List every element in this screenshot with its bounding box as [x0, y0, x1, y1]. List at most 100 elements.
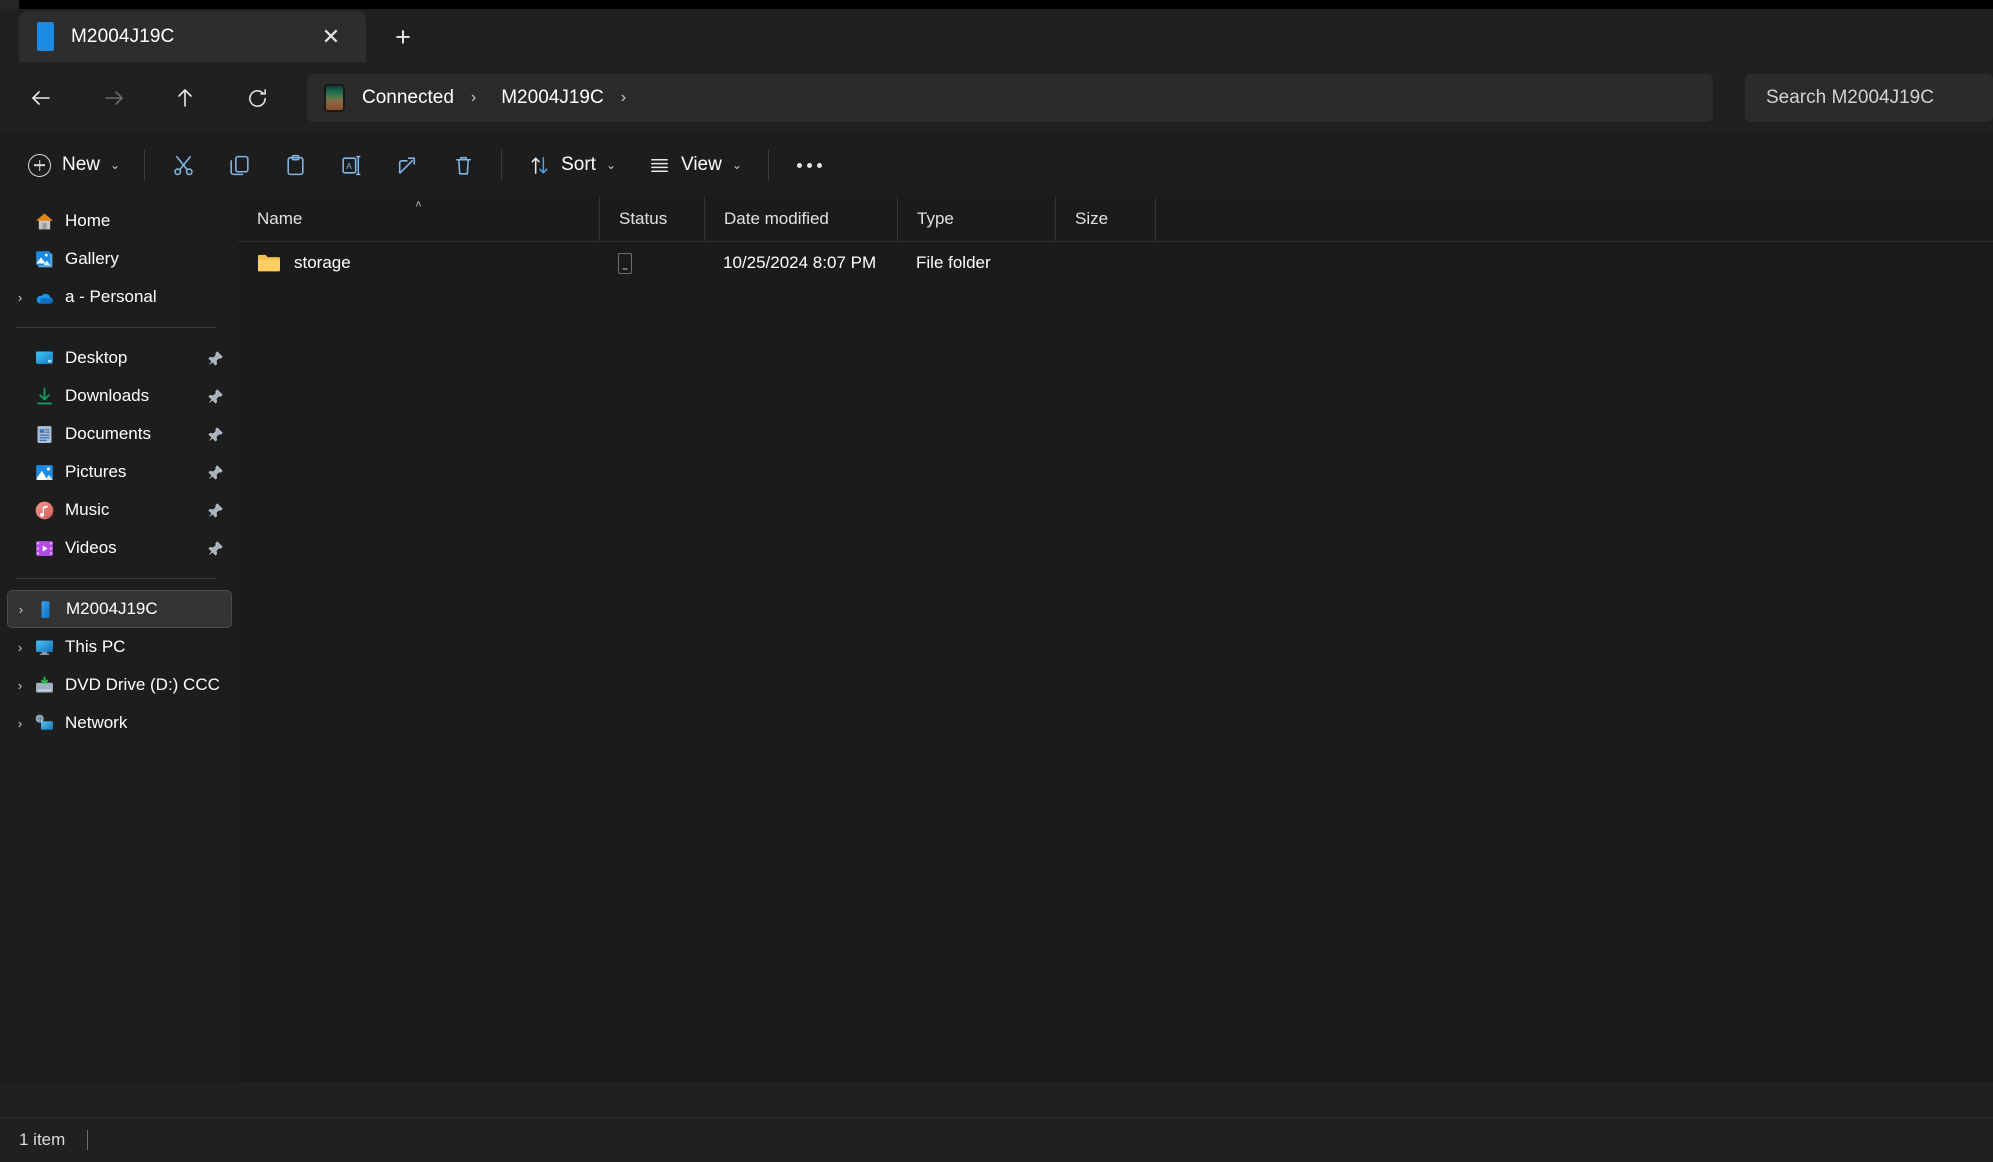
- sidebar-divider: [16, 578, 216, 579]
- expander-placeholder: ›: [7, 503, 33, 518]
- sidebar-item-label: Network: [65, 713, 128, 732]
- sidebar-item-home[interactable]: › Home: [7, 202, 232, 240]
- tab-bar: M2004J19C ✕ +: [0, 9, 1993, 62]
- sidebar-item-m2004j19c[interactable]: › M2004J19C: [7, 590, 232, 628]
- navigation-bar: Connected › M2004J19C › Search M2004J19C: [0, 62, 1993, 134]
- chevron-right-icon[interactable]: ›: [7, 290, 33, 305]
- new-tab-button[interactable]: +: [384, 18, 422, 56]
- chevron-right-icon[interactable]: ›: [8, 602, 34, 617]
- refresh-icon[interactable]: [235, 76, 279, 120]
- pin-icon[interactable]: [206, 425, 224, 443]
- close-icon[interactable]: ✕: [314, 20, 348, 54]
- share-button[interactable]: [382, 143, 432, 187]
- pin-icon[interactable]: [206, 539, 224, 557]
- toolbar-divider: [501, 150, 503, 180]
- sidebar-item-documents[interactable]: › Documents: [7, 415, 232, 453]
- breadcrumb-m2004j19c[interactable]: M2004J19C: [492, 83, 612, 113]
- sidebar-divider: [16, 327, 216, 328]
- column-header-label: Name: [257, 208, 303, 228]
- pin-icon[interactable]: [206, 349, 224, 367]
- sidebar-item-pictures[interactable]: › Pictures: [7, 453, 232, 491]
- sidebar-item-videos[interactable]: › Videos: [7, 529, 232, 567]
- new-button[interactable]: New ⌄: [14, 143, 134, 187]
- sidebar-item-label: Downloads: [65, 386, 150, 405]
- file-name-cell[interactable]: storage: [238, 242, 599, 284]
- sidebar-item-label: Pictures: [65, 462, 127, 481]
- address-bar[interactable]: Connected › M2004J19C ›: [307, 74, 1713, 122]
- expander-placeholder: ›: [7, 427, 33, 442]
- status-bar: 1 item: [0, 1117, 1993, 1162]
- pin-icon[interactable]: [206, 463, 224, 481]
- chevron-down-icon: ⌄: [605, 158, 616, 172]
- pin-icon[interactable]: [206, 387, 224, 405]
- column-header-date-modified[interactable]: Date modified: [704, 195, 897, 242]
- copy-button[interactable]: [214, 143, 264, 187]
- gallery-icon: [33, 248, 55, 270]
- sort-button-label: Sort: [561, 154, 596, 175]
- downloads-icon: [33, 385, 55, 407]
- forward-icon: [92, 76, 136, 120]
- pin-icon[interactable]: [206, 501, 224, 519]
- see-more-button[interactable]: [783, 143, 837, 187]
- videos-icon: [33, 537, 55, 559]
- tab-m2004j19c[interactable]: M2004J19C ✕: [19, 11, 366, 62]
- search-input[interactable]: Search M2004J19C: [1766, 87, 1934, 109]
- documents-icon: [33, 423, 55, 445]
- column-header-status[interactable]: Status: [599, 195, 704, 242]
- navigation-pane: › Home › Gallery › a - Personal ›: [0, 196, 238, 1082]
- svg-text:A: A: [346, 161, 352, 171]
- view-button-label: View: [681, 154, 722, 175]
- phone-icon: [324, 84, 345, 112]
- search-box[interactable]: Search M2004J19C: [1745, 74, 1993, 122]
- up-icon[interactable]: [163, 76, 207, 120]
- column-header-name[interactable]: ˄ Name: [238, 196, 599, 242]
- file-explorer-window: M2004J19C ✕ + Connected › M2004J19C › Se…: [0, 0, 1993, 1162]
- phone-icon: [34, 598, 56, 620]
- chevron-right-icon: ›: [470, 89, 477, 106]
- cut-button[interactable]: [158, 143, 208, 187]
- chevron-down-icon: ⌄: [110, 158, 121, 172]
- chevron-right-icon[interactable]: ›: [7, 640, 33, 655]
- sidebar-item-label: Documents: [65, 424, 151, 443]
- expander-placeholder: ›: [7, 389, 33, 404]
- dot-icon: [817, 162, 823, 168]
- home-icon: [33, 210, 55, 232]
- folder-icon: [257, 253, 281, 273]
- sidebar-item-downloads[interactable]: › Downloads: [7, 377, 232, 415]
- sidebar-item-label: Desktop: [65, 348, 128, 367]
- chevron-right-icon[interactable]: ›: [621, 89, 626, 107]
- table-row[interactable]: storage 10/25/2024 8:07 PM File folder: [238, 242, 1993, 284]
- title-bar-strip: [0, 0, 1993, 9]
- sidebar-item-network[interactable]: › Network: [7, 704, 232, 742]
- sidebar-item-music[interactable]: › Music: [7, 491, 232, 529]
- onedrive-icon: [33, 286, 55, 308]
- sidebar-item-label: Music: [65, 500, 110, 519]
- breadcrumb-connected[interactable]: Connected: [353, 83, 463, 113]
- column-header-type[interactable]: Type: [897, 195, 1055, 242]
- column-header-spacer: [1155, 195, 1215, 242]
- sidebar-item-gallery[interactable]: › Gallery: [7, 240, 232, 278]
- sidebar-item-desktop[interactable]: › Desktop: [7, 339, 232, 377]
- sort-ascending-icon: ˄: [415, 198, 422, 211]
- column-header-row: ˄ Name Status Date modified Type Size: [238, 195, 1993, 242]
- sidebar-item-a-personal[interactable]: › a - Personal: [7, 278, 232, 316]
- column-header-label: Type: [917, 208, 954, 228]
- sidebar-item-this-pc[interactable]: › This PC: [7, 628, 232, 666]
- paste-button[interactable]: [270, 143, 320, 187]
- pictures-icon: [33, 461, 55, 483]
- sidebar-item-dvd-drive[interactable]: › DVD Drive (D:) CCC: [7, 666, 232, 704]
- delete-button[interactable]: [438, 143, 488, 187]
- column-header-label: Date modified: [724, 208, 829, 228]
- view-button[interactable]: View ⌄: [635, 143, 755, 187]
- file-size-cell: [1055, 242, 1155, 284]
- back-icon[interactable]: [19, 76, 63, 120]
- expander-placeholder: ›: [7, 541, 33, 556]
- toolbar-divider: [144, 150, 146, 180]
- chevron-right-icon[interactable]: ›: [7, 716, 33, 731]
- rename-button[interactable]: A: [326, 143, 376, 187]
- column-header-size[interactable]: Size: [1055, 195, 1155, 242]
- new-button-label: New: [62, 154, 101, 175]
- file-date-cell: 10/25/2024 8:07 PM: [723, 253, 877, 272]
- chevron-right-icon[interactable]: ›: [7, 678, 33, 693]
- sort-button[interactable]: Sort ⌄: [515, 143, 629, 187]
